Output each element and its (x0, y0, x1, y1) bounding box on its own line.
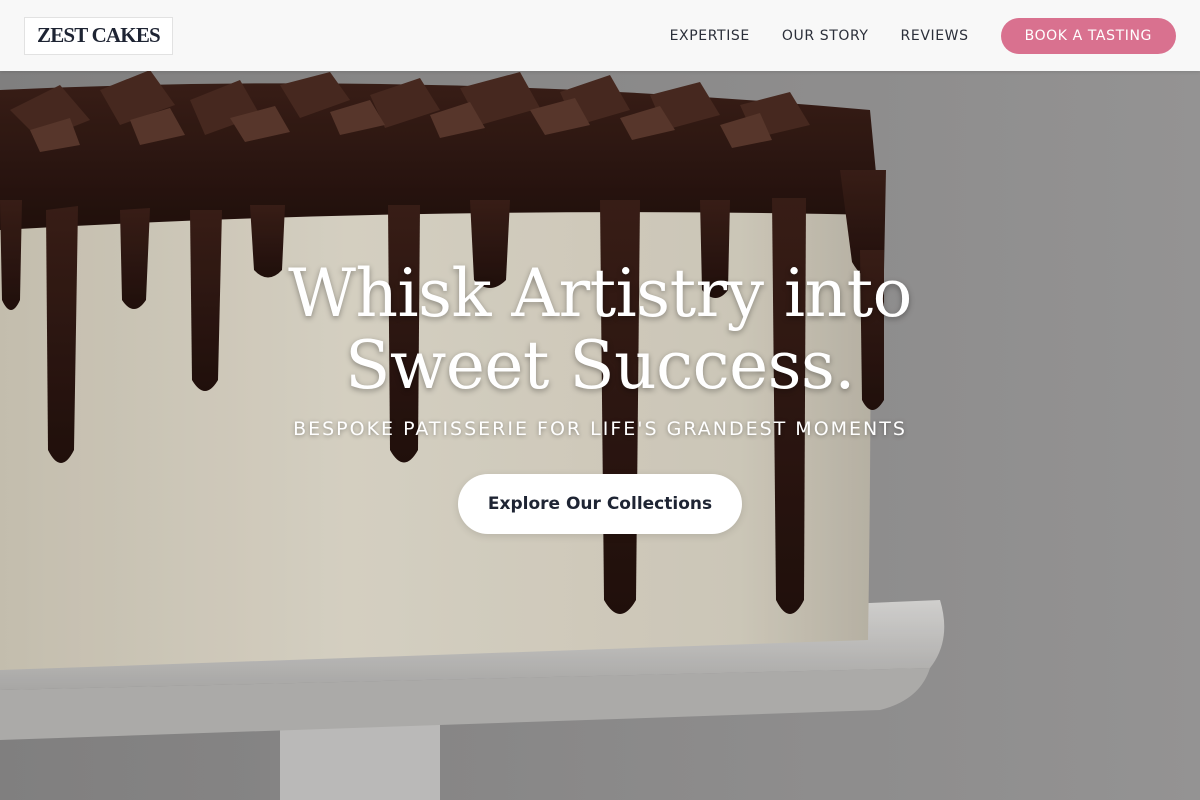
hero-content: Whisk Artistry into Sweet Success. BESPO… (0, 258, 1200, 534)
brand-logo[interactable]: ZEST CAKES (24, 16, 173, 55)
top-navbar: ZEST CAKES EXPERTISE OUR STORY REVIEWS B… (0, 0, 1200, 71)
hero-title: Whisk Artistry into Sweet Success. (288, 255, 912, 404)
nav-link-expertise[interactable]: EXPERTISE (670, 28, 750, 44)
nav-link-reviews[interactable]: REVIEWS (901, 28, 969, 44)
explore-collections-button[interactable]: Explore Our Collections (458, 474, 742, 534)
nav-link-our-story[interactable]: OUR STORY (782, 28, 869, 44)
main-nav: EXPERTISE OUR STORY REVIEWS BOOK A TASTI… (670, 17, 1176, 54)
book-tasting-button[interactable]: BOOK A TASTING (1000, 17, 1176, 54)
hero-subtitle: BESPOKE PATISSERIE FOR LIFE'S GRANDEST M… (293, 418, 907, 440)
